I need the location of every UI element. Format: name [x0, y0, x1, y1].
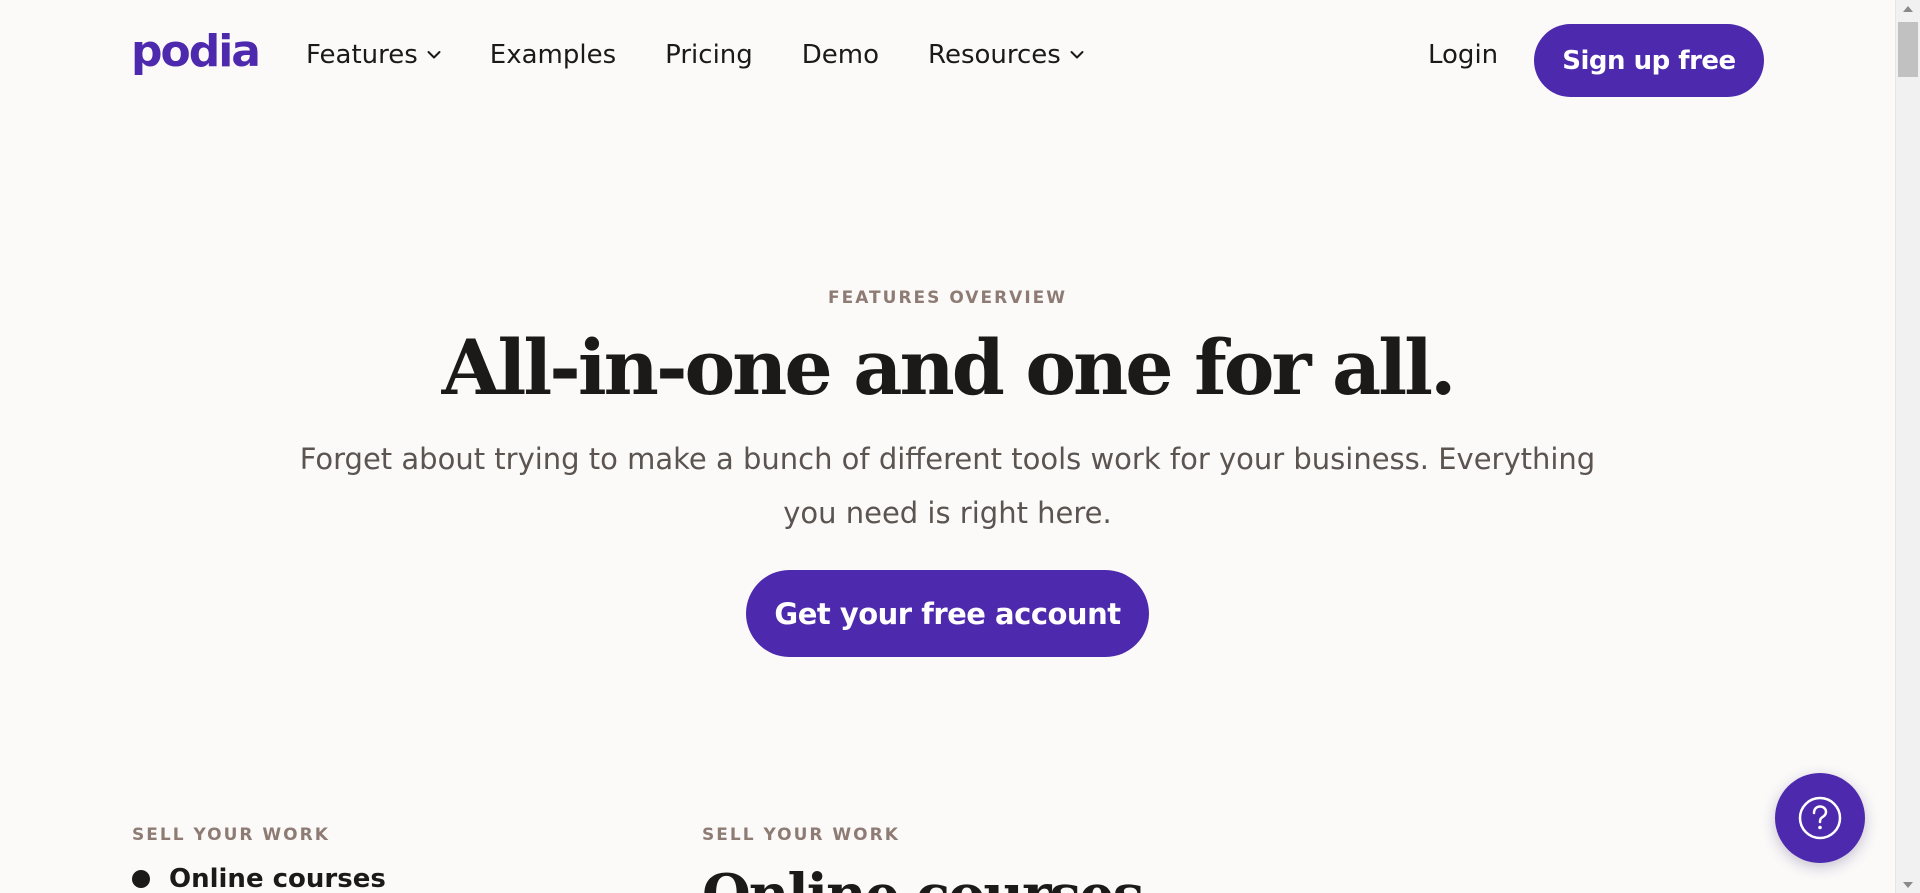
feature-title: Online courses: [702, 860, 1144, 893]
login-link[interactable]: Login: [1428, 40, 1498, 70]
help-button[interactable]: [1775, 773, 1865, 863]
nav-item-label: Demo: [801, 40, 880, 70]
nav-item-pricing[interactable]: Pricing: [665, 40, 753, 70]
feature-list-item-online-courses[interactable]: Online courses: [132, 864, 386, 893]
hero-subtitle: Forget about trying to make a bunch of d…: [299, 442, 1596, 530]
sign-up-button[interactable]: Sign up free: [1534, 24, 1764, 97]
nav-item-label: Resources: [928, 40, 1061, 70]
scrollbar-thumb[interactable]: [1898, 22, 1918, 77]
get-free-account-button[interactable]: Get your free account: [746, 570, 1149, 657]
nav-item-resources[interactable]: Resources: [928, 40, 1084, 70]
feature-list-item-label: Online courses: [169, 864, 386, 893]
nav-item-demo[interactable]: Demo: [802, 40, 879, 70]
sidebar-section-label: SELL YOUR WORK: [132, 825, 330, 845]
page: podia Features Examples Pricing Demo Res…: [0, 0, 1895, 893]
nav-item-label: Pricing: [665, 40, 753, 70]
bullet-icon: [132, 870, 150, 888]
nav-item-label: Features: [306, 40, 418, 70]
nav-item-label: Examples: [489, 40, 617, 70]
hero-title: All-in-one and one for all.: [441, 323, 1457, 412]
main-nav: Features Examples Pricing Demo Resources: [306, 40, 1133, 70]
chevron-down-icon: [1070, 51, 1084, 59]
vertical-scrollbar[interactable]: [1895, 0, 1920, 893]
content-section-label: SELL YOUR WORK: [702, 825, 900, 845]
nav-item-features[interactable]: Features: [306, 40, 441, 70]
question-mark-icon: [1798, 796, 1842, 840]
site-header: podia Features Examples Pricing Demo Res…: [0, 0, 1895, 120]
hero-eyebrow: FEATURES OVERVIEW: [827, 288, 1068, 308]
scroll-down-arrow-icon[interactable]: [1896, 876, 1920, 893]
scroll-up-arrow-icon[interactable]: [1896, 0, 1920, 17]
chevron-down-icon: [427, 51, 441, 59]
nav-item-examples[interactable]: Examples: [490, 40, 616, 70]
podia-logo[interactable]: podia: [131, 30, 261, 74]
